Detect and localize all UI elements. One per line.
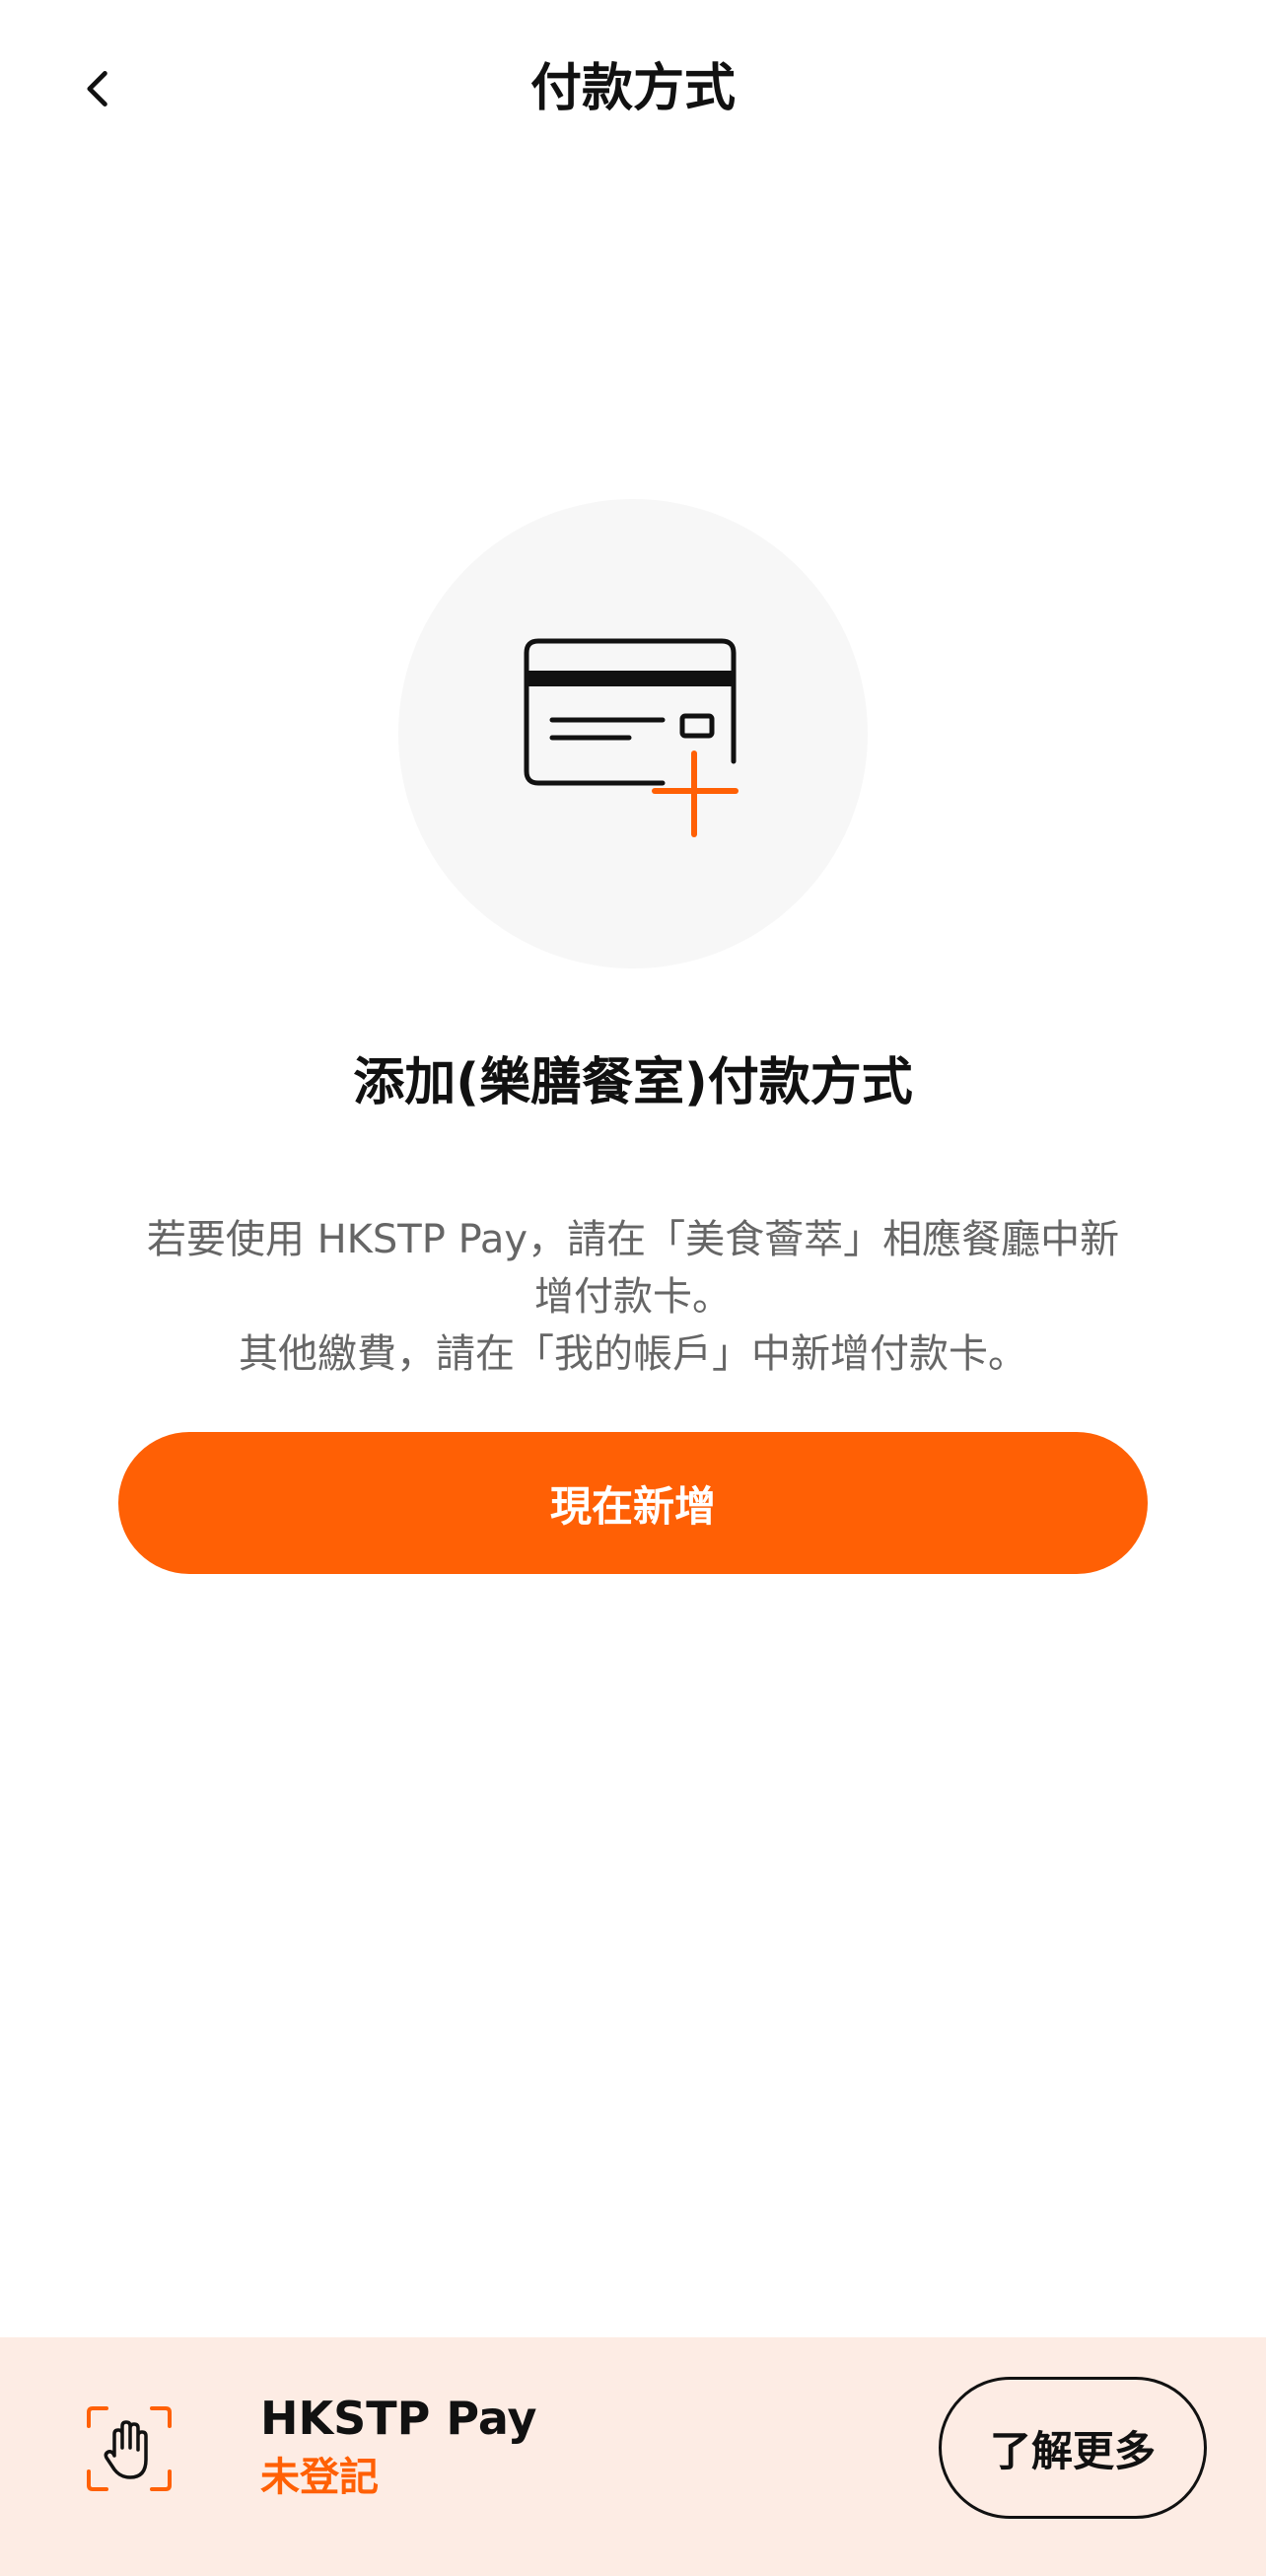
registration-status: 未登記 — [260, 2455, 379, 2500]
credit-card-add-icon — [524, 638, 738, 837]
description-line: 若要使用 HKSTP Pay，請在「美食薈萃」相應餐廳中新 — [146, 1217, 1120, 1262]
empty-state-title: 添加(樂膳餐室)付款方式 — [353, 1053, 913, 1112]
payment-methods-screen: 付款方式 添加(樂膳餐室)付款方式 若要使用 HKSTP Pay，請在「美食薈萃… — [0, 0, 1266, 2576]
page-title: 付款方式 — [529, 59, 736, 118]
palm-scan-icon — [87, 2406, 172, 2491]
description-line: 其他繳費，請在「我的帳戶」中新增付款卡。 — [239, 1331, 1027, 1377]
empty-state-description: 若要使用 HKSTP Pay，請在「美食薈萃」相應餐廳中新 增付款卡。 其他繳費… — [108, 1211, 1158, 1383]
add-now-button[interactable]: 現在新增 — [118, 1432, 1148, 1574]
header: 付款方式 — [0, 0, 1266, 178]
hkstp-pay-name: HKSTP Pay — [260, 2392, 537, 2445]
description-line: 增付款卡。 — [534, 1274, 732, 1320]
illustration-circle — [398, 499, 868, 968]
hkstp-pay-bar: HKSTP Pay 未登記 了解更多 — [0, 2337, 1266, 2576]
learn-more-button[interactable]: 了解更多 — [939, 2377, 1207, 2519]
